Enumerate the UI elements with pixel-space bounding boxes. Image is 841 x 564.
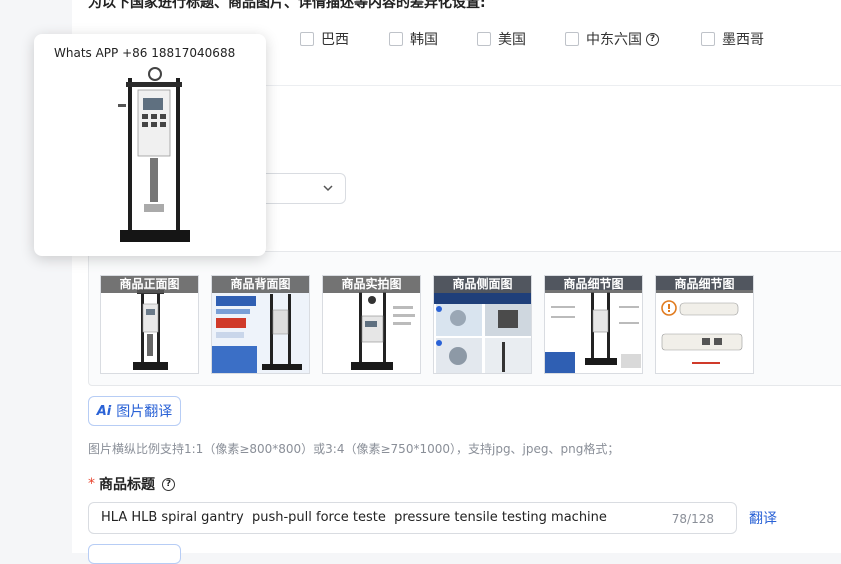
help-icon[interactable]: ?: [162, 477, 175, 491]
machine-preview-icon: [118, 64, 192, 244]
country-option-gcc[interactable]: 中东六国 ?: [565, 29, 659, 49]
country-label: 墨西哥: [722, 32, 764, 48]
product-image-thumb[interactable]: 商品侧面图: [433, 275, 532, 374]
product-title-label-text: 商品标题: [99, 477, 155, 493]
country-section-heading: 为以下国家进行标题、商品图片、详情描述等内容的差异化设置:: [88, 0, 486, 11]
thumb-label: 商品侧面图: [434, 276, 531, 293]
image-format-hint: 图片横纵比例支持1:1（像素≥800*800）或3:4（像素≥750*1000）…: [88, 442, 620, 456]
checkbox[interactable]: [477, 32, 491, 46]
chevron-down-icon: [323, 185, 333, 192]
product-image-thumb[interactable]: 商品细节图: [544, 275, 643, 374]
country-label: 韩国: [410, 32, 438, 48]
product-image-thumb[interactable]: 商品实拍图: [322, 275, 421, 374]
checkbox[interactable]: [300, 32, 314, 46]
country-option-korea[interactable]: 韩国: [389, 29, 438, 49]
thumb-label: 商品正面图: [101, 276, 198, 293]
thumb-label: 商品细节图: [656, 276, 753, 293]
country-option-mexico[interactable]: 墨西哥: [701, 29, 764, 49]
thumb-label: 商品细节图: [545, 276, 642, 293]
dropdown-select[interactable]: [252, 173, 346, 204]
ai-icon: Ai: [96, 403, 112, 419]
image-translate-button[interactable]: Ai 图片翻译: [88, 396, 181, 426]
checkbox[interactable]: [389, 32, 403, 46]
translate-title-link[interactable]: 翻译: [749, 508, 777, 528]
checkbox[interactable]: [565, 32, 579, 46]
product-title-value[interactable]: HLA HLB spiral gantry push-pull force te…: [101, 510, 607, 525]
thumb-label: 商品背面图: [212, 276, 309, 293]
product-image-thumb[interactable]: 商品细节图: [655, 275, 754, 374]
secondary-button[interactable]: [88, 544, 181, 564]
character-count: 78/128: [671, 512, 714, 526]
image-translate-label: 图片翻译: [116, 404, 173, 420]
country-option-brazil[interactable]: 巴西: [300, 29, 349, 49]
country-label: 中东六国: [586, 32, 642, 48]
product-title-input[interactable]: HLA HLB spiral gantry push-pull force te…: [88, 502, 737, 534]
product-image-thumb[interactable]: 商品正面图: [100, 275, 199, 374]
required-mark: *: [88, 476, 95, 492]
image-preview-popup: Whats APP +86 18817040688: [34, 34, 266, 256]
thumb-label: 商品实拍图: [323, 276, 420, 293]
country-option-usa[interactable]: 美国: [477, 29, 526, 49]
country-label: 美国: [498, 32, 526, 48]
product-image-thumb[interactable]: 商品背面图: [211, 275, 310, 374]
checkbox[interactable]: [701, 32, 715, 46]
country-label: 巴西: [321, 32, 349, 48]
product-title-label: * 商品标题 ?: [88, 474, 175, 494]
popup-caption: Whats APP +86 18817040688: [54, 46, 236, 60]
help-icon[interactable]: ?: [646, 32, 659, 46]
